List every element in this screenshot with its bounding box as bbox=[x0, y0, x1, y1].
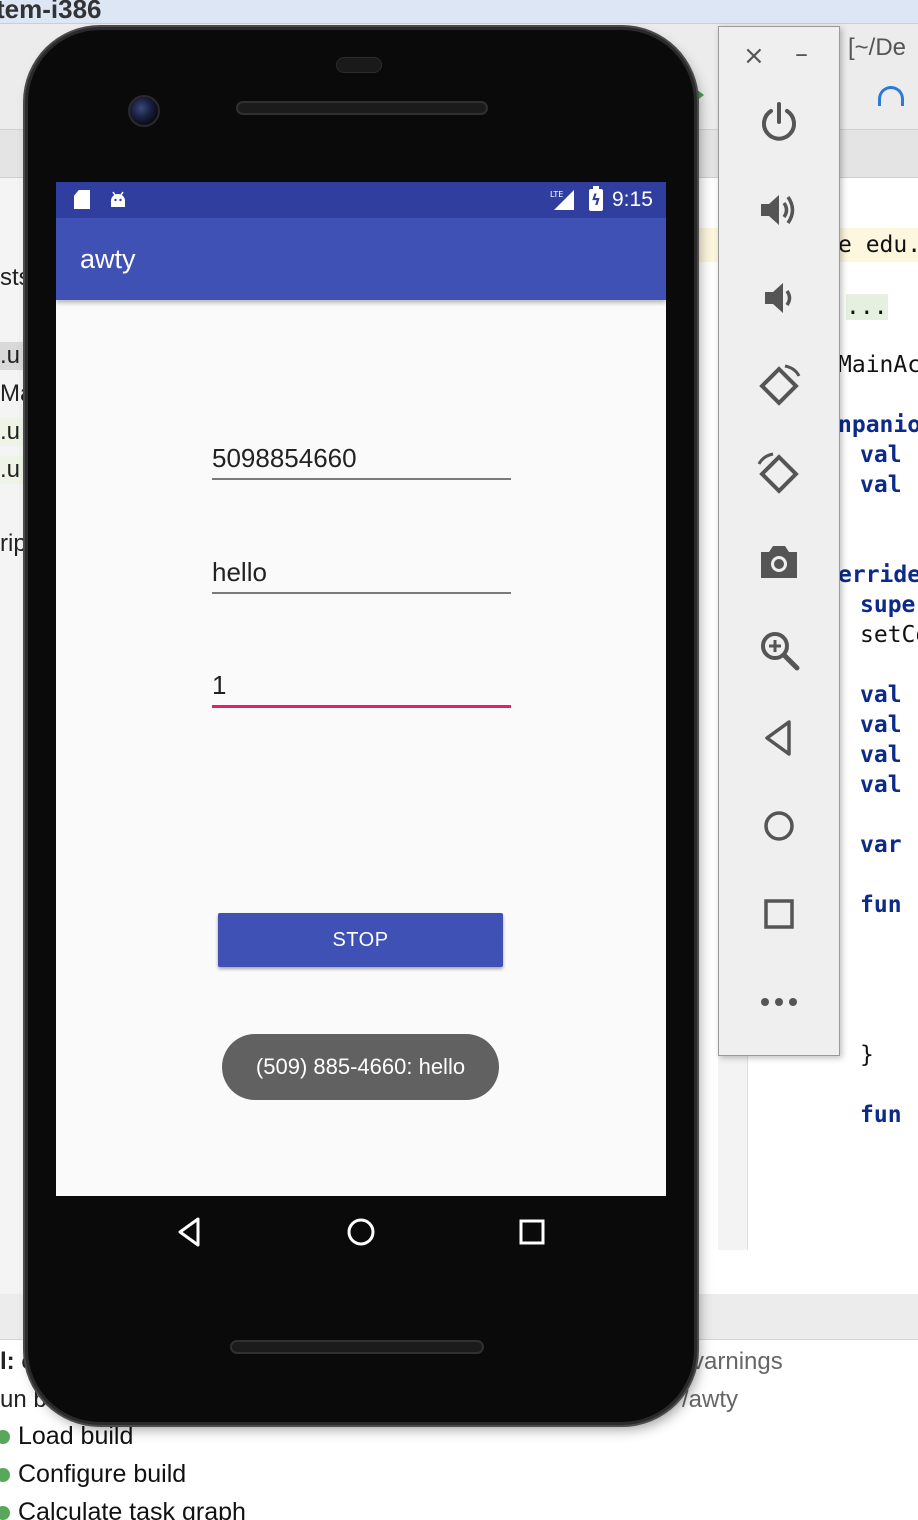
project-item[interactable]: sts bbox=[0, 264, 31, 292]
interval-value: 1 bbox=[212, 670, 227, 700]
home-button[interactable] bbox=[748, 795, 810, 857]
success-icon bbox=[0, 1429, 10, 1444]
code-line: val bbox=[860, 682, 902, 708]
code-line: var bbox=[860, 832, 902, 858]
volume-down-button[interactable] bbox=[748, 267, 810, 329]
phone-speaker-grill-top bbox=[236, 101, 488, 115]
nav-overview-button[interactable] bbox=[510, 1210, 554, 1254]
ide-path-fragment: [~/De bbox=[848, 34, 907, 61]
code-line: val bbox=[860, 472, 902, 498]
sd-card-icon bbox=[74, 190, 90, 209]
more-button[interactable] bbox=[748, 971, 810, 1033]
nav-home-button[interactable] bbox=[339, 1210, 383, 1254]
code-line: ... bbox=[846, 294, 888, 320]
phone-earpiece-slot bbox=[336, 57, 382, 73]
code-line: val bbox=[860, 742, 902, 768]
status-time: 9:15 bbox=[612, 188, 653, 211]
code-line: val bbox=[860, 772, 902, 798]
screenshot-button[interactable] bbox=[748, 531, 810, 593]
home-icon bbox=[347, 1218, 375, 1246]
phone-speaker-grill-bottom bbox=[230, 1340, 484, 1354]
app-bar: awty bbox=[56, 218, 666, 300]
code-line: fun bbox=[860, 1102, 902, 1128]
power-button[interactable] bbox=[748, 91, 810, 153]
phone-number-value: 5098854660 bbox=[212, 443, 357, 473]
rotate-left-button[interactable] bbox=[748, 355, 810, 417]
camera-icon bbox=[761, 546, 797, 578]
rotate-left-icon bbox=[759, 364, 801, 406]
build-step-label: Load build bbox=[18, 1422, 134, 1450]
message-field[interactable]: hello bbox=[212, 554, 511, 594]
volume-up-icon bbox=[761, 195, 795, 225]
code-line: val bbox=[860, 442, 902, 468]
emulator-control-panel: × – bbox=[718, 26, 840, 1056]
battery-icon: ϟ bbox=[589, 186, 603, 211]
build-step[interactable]: Calculate task graph bbox=[0, 1498, 246, 1520]
android-debug-icon bbox=[111, 191, 125, 207]
zoom-button[interactable] bbox=[748, 619, 810, 681]
overview-icon bbox=[764, 899, 794, 929]
back-icon bbox=[765, 720, 791, 756]
interval-field[interactable]: 1 bbox=[212, 668, 511, 708]
build-step[interactable]: Configure build bbox=[0, 1460, 186, 1489]
ide-title-bar: tem-i386 bbox=[0, 0, 918, 24]
back-icon bbox=[178, 1217, 200, 1247]
minimize-icon[interactable]: – bbox=[795, 39, 808, 69]
overview-icon bbox=[519, 1219, 545, 1245]
code-line: e edu. bbox=[838, 232, 918, 258]
network-type-label: LTE bbox=[550, 190, 563, 199]
code-line: fun bbox=[860, 892, 902, 918]
code-line: npanio bbox=[838, 412, 918, 438]
code-line: val bbox=[860, 712, 902, 738]
stop-button-label: STOP bbox=[332, 928, 389, 951]
ide-window-title: tem-i386 bbox=[0, 0, 102, 24]
code-line: setCo bbox=[860, 622, 918, 648]
front-camera-icon bbox=[128, 95, 160, 127]
device-screen[interactable]: LTE ϟ 9:15 awty 5098854660 hello 1 STOP … bbox=[56, 182, 666, 1196]
code-line: MainAc bbox=[838, 352, 918, 378]
volume-down-icon bbox=[765, 283, 792, 313]
success-icon bbox=[0, 1505, 10, 1520]
device-nav-bar bbox=[56, 1196, 666, 1266]
signal-icon: LTE bbox=[550, 190, 574, 210]
toast-message: (509) 885-4660: hello bbox=[222, 1034, 499, 1100]
rotate-right-icon bbox=[757, 452, 799, 494]
code-line: supe bbox=[860, 592, 916, 618]
nav-back-button[interactable] bbox=[168, 1210, 212, 1254]
emulator-panel-header: × – bbox=[719, 39, 839, 73]
rotate-right-button[interactable] bbox=[748, 443, 810, 505]
power-icon bbox=[762, 102, 796, 141]
app-title: awty bbox=[80, 244, 136, 274]
overview-button[interactable] bbox=[748, 883, 810, 945]
toast-text: (509) 885-4660: hello bbox=[255, 1054, 466, 1079]
home-icon bbox=[764, 811, 794, 841]
profiler-icon[interactable] bbox=[878, 86, 904, 106]
stop-button[interactable]: STOP bbox=[218, 913, 503, 967]
back-button[interactable] bbox=[748, 707, 810, 769]
phone-number-field[interactable]: 5098854660 bbox=[212, 440, 511, 480]
charging-icon: ϟ bbox=[591, 191, 601, 209]
build-step-label: Configure build bbox=[18, 1460, 187, 1488]
message-value: hello bbox=[212, 557, 267, 587]
build-step[interactable]: Load build bbox=[0, 1422, 133, 1451]
close-icon[interactable]: × bbox=[743, 41, 765, 71]
zoom-icon bbox=[761, 632, 800, 671]
volume-up-button[interactable] bbox=[748, 179, 810, 241]
build-path-text: /awty bbox=[682, 1386, 739, 1413]
status-bar: LTE ϟ 9:15 bbox=[56, 182, 666, 218]
code-line: } bbox=[860, 1042, 874, 1068]
code-line: erride bbox=[838, 562, 918, 588]
more-icon bbox=[761, 998, 797, 1006]
build-warnings-text: varnings bbox=[692, 1348, 783, 1375]
build-step-label: Calculate task graph bbox=[18, 1498, 246, 1520]
success-icon bbox=[0, 1467, 10, 1482]
